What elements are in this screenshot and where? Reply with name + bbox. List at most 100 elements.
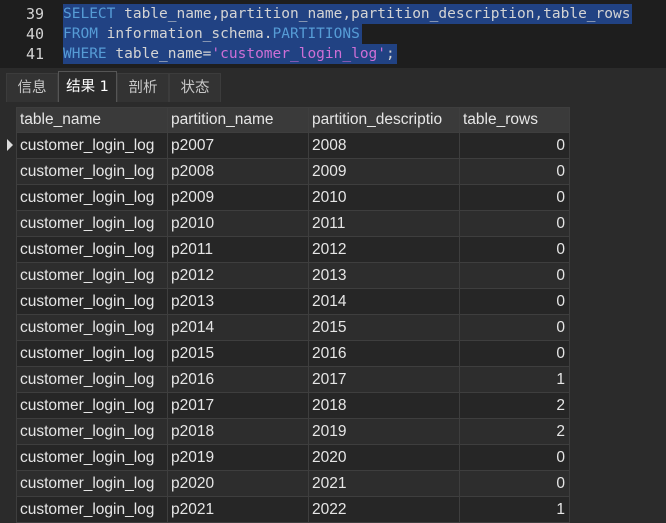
cell[interactable]: 2020 bbox=[308, 444, 460, 471]
cell[interactable]: 0 bbox=[459, 236, 570, 263]
sql-editor[interactable]: 39 SELECT table_name,partition_name,part… bbox=[0, 0, 666, 68]
sql-keyword: FROM bbox=[63, 26, 98, 42]
tab-profile[interactable]: 剖析 bbox=[117, 73, 169, 102]
tab-status[interactable]: 状态 bbox=[169, 73, 221, 102]
cell[interactable]: 2008 bbox=[308, 132, 460, 159]
code-text[interactable]: SELECT table_name,partition_name,partiti… bbox=[63, 4, 633, 24]
cell[interactable]: 2 bbox=[459, 418, 570, 445]
cell[interactable]: customer_login_log bbox=[16, 366, 168, 393]
cell[interactable]: customer_login_log bbox=[16, 288, 168, 315]
table-row[interactable]: customer_login_log p2020 2021 0 bbox=[16, 470, 570, 497]
code-text[interactable]: WHERE table_name='customer_login_log'; bbox=[63, 44, 397, 64]
cell[interactable]: p2017 bbox=[167, 392, 309, 419]
cell[interactable]: p2018 bbox=[167, 418, 309, 445]
cell[interactable]: p2016 bbox=[167, 366, 309, 393]
cell[interactable]: 2013 bbox=[308, 262, 460, 289]
cell[interactable]: customer_login_log bbox=[16, 444, 168, 471]
table-row[interactable]: customer_login_log p2007 2008 0 bbox=[16, 132, 570, 159]
cell[interactable]: 2017 bbox=[308, 366, 460, 393]
cell[interactable]: p2014 bbox=[167, 314, 309, 341]
line-number: 40 bbox=[25, 25, 44, 43]
sql-keyword: WHERE bbox=[63, 46, 107, 62]
cell[interactable]: customer_login_log bbox=[16, 132, 168, 159]
cell[interactable]: p2009 bbox=[167, 184, 309, 211]
table-row[interactable]: customer_login_log p2015 2016 0 bbox=[16, 340, 570, 367]
cell[interactable]: p2010 bbox=[167, 210, 309, 237]
cell[interactable]: customer_login_log bbox=[16, 262, 168, 289]
cell[interactable]: customer_login_log bbox=[16, 184, 168, 211]
tab-info[interactable]: 信息 bbox=[6, 73, 58, 102]
table-row[interactable]: customer_login_log p2013 2014 0 bbox=[16, 288, 570, 315]
result-table[interactable]: table_name partition_name partition_desc… bbox=[16, 107, 570, 523]
cell[interactable]: p2021 bbox=[167, 496, 309, 523]
cell[interactable]: p2019 bbox=[167, 444, 309, 471]
cell[interactable]: 2018 bbox=[308, 392, 460, 419]
code-line[interactable]: 40 FROM information_schema.PARTITIONS bbox=[0, 24, 666, 44]
table-row[interactable]: customer_login_log p2014 2015 0 bbox=[16, 314, 570, 341]
table-row[interactable]: customer_login_log p2008 2009 0 bbox=[16, 158, 570, 185]
column-header-partition-name[interactable]: partition_name bbox=[167, 107, 309, 133]
cell[interactable]: p2020 bbox=[167, 470, 309, 497]
cell[interactable]: p2007 bbox=[167, 132, 309, 159]
cell[interactable]: 0 bbox=[459, 158, 570, 185]
cell[interactable]: 2 bbox=[459, 392, 570, 419]
table-row[interactable]: customer_login_log p2019 2020 0 bbox=[16, 444, 570, 471]
cell[interactable]: 0 bbox=[459, 132, 570, 159]
cell[interactable]: 2012 bbox=[308, 236, 460, 263]
result-grid[interactable]: table_name partition_name partition_desc… bbox=[0, 102, 666, 523]
cell[interactable]: p2015 bbox=[167, 340, 309, 367]
cell[interactable]: customer_login_log bbox=[16, 470, 168, 497]
cell[interactable]: 0 bbox=[459, 444, 570, 471]
cell[interactable]: 0 bbox=[459, 470, 570, 497]
cell[interactable]: p2013 bbox=[167, 288, 309, 315]
cell[interactable]: 0 bbox=[459, 210, 570, 237]
cell[interactable]: 2021 bbox=[308, 470, 460, 497]
column-header-table-name[interactable]: table_name bbox=[16, 107, 168, 133]
table-row[interactable]: customer_login_log p2012 2013 0 bbox=[16, 262, 570, 289]
cell[interactable]: 0 bbox=[459, 288, 570, 315]
header-row: table_name partition_name partition_desc… bbox=[16, 107, 570, 133]
column-header-partition-description[interactable]: partition_descriptio bbox=[308, 107, 460, 133]
code-line[interactable]: 41 WHERE table_name='customer_login_log'… bbox=[0, 44, 666, 64]
cell[interactable]: 2014 bbox=[308, 288, 460, 315]
cell[interactable]: 2019 bbox=[308, 418, 460, 445]
cell[interactable]: customer_login_log bbox=[16, 236, 168, 263]
cell[interactable]: customer_login_log bbox=[16, 210, 168, 237]
sql-text: information_schema. bbox=[97, 26, 273, 42]
table-row[interactable]: customer_login_log p2018 2019 2 bbox=[16, 418, 570, 445]
cell[interactable]: 0 bbox=[459, 262, 570, 289]
table-row[interactable]: customer_login_log p2011 2012 0 bbox=[16, 236, 570, 263]
cell[interactable]: 0 bbox=[459, 340, 570, 367]
sql-keyword: SELECT bbox=[63, 6, 116, 22]
cell[interactable]: customer_login_log bbox=[16, 340, 168, 367]
cell[interactable]: p2008 bbox=[167, 158, 309, 185]
cell[interactable]: customer_login_log bbox=[16, 496, 168, 523]
cell[interactable]: p2011 bbox=[167, 236, 309, 263]
cell[interactable]: customer_login_log bbox=[16, 392, 168, 419]
cell[interactable]: 2009 bbox=[308, 158, 460, 185]
cell[interactable]: customer_login_log bbox=[16, 158, 168, 185]
cell[interactable]: 1 bbox=[459, 496, 570, 523]
cell[interactable]: customer_login_log bbox=[16, 418, 168, 445]
cell[interactable]: 2016 bbox=[308, 340, 460, 367]
table-row[interactable]: customer_login_log p2010 2011 0 bbox=[16, 210, 570, 237]
sql-keyword: PARTITIONS bbox=[272, 26, 360, 42]
table-row[interactable]: customer_login_log p2016 2017 1 bbox=[16, 366, 570, 393]
code-text[interactable]: FROM information_schema.PARTITIONS bbox=[63, 24, 362, 44]
code-line[interactable]: 39 SELECT table_name,partition_name,part… bbox=[0, 4, 666, 24]
cell[interactable]: 2010 bbox=[308, 184, 460, 211]
table-row[interactable]: customer_login_log p2021 2022 1 bbox=[16, 496, 570, 523]
table-row[interactable]: customer_login_log p2009 2010 0 bbox=[16, 184, 570, 211]
table-row[interactable]: customer_login_log p2017 2018 2 bbox=[16, 392, 570, 419]
cell[interactable]: 2022 bbox=[308, 496, 460, 523]
cell[interactable]: 2011 bbox=[308, 210, 460, 237]
tab-result-1[interactable]: 结果 1 bbox=[58, 71, 117, 102]
cell[interactable]: 1 bbox=[459, 366, 570, 393]
cell[interactable]: customer_login_log bbox=[16, 314, 168, 341]
current-row-indicator-icon bbox=[7, 139, 13, 151]
cell[interactable]: 0 bbox=[459, 314, 570, 341]
cell[interactable]: p2012 bbox=[167, 262, 309, 289]
cell[interactable]: 0 bbox=[459, 184, 570, 211]
cell[interactable]: 2015 bbox=[308, 314, 460, 341]
column-header-table-rows[interactable]: table_rows bbox=[459, 107, 570, 133]
